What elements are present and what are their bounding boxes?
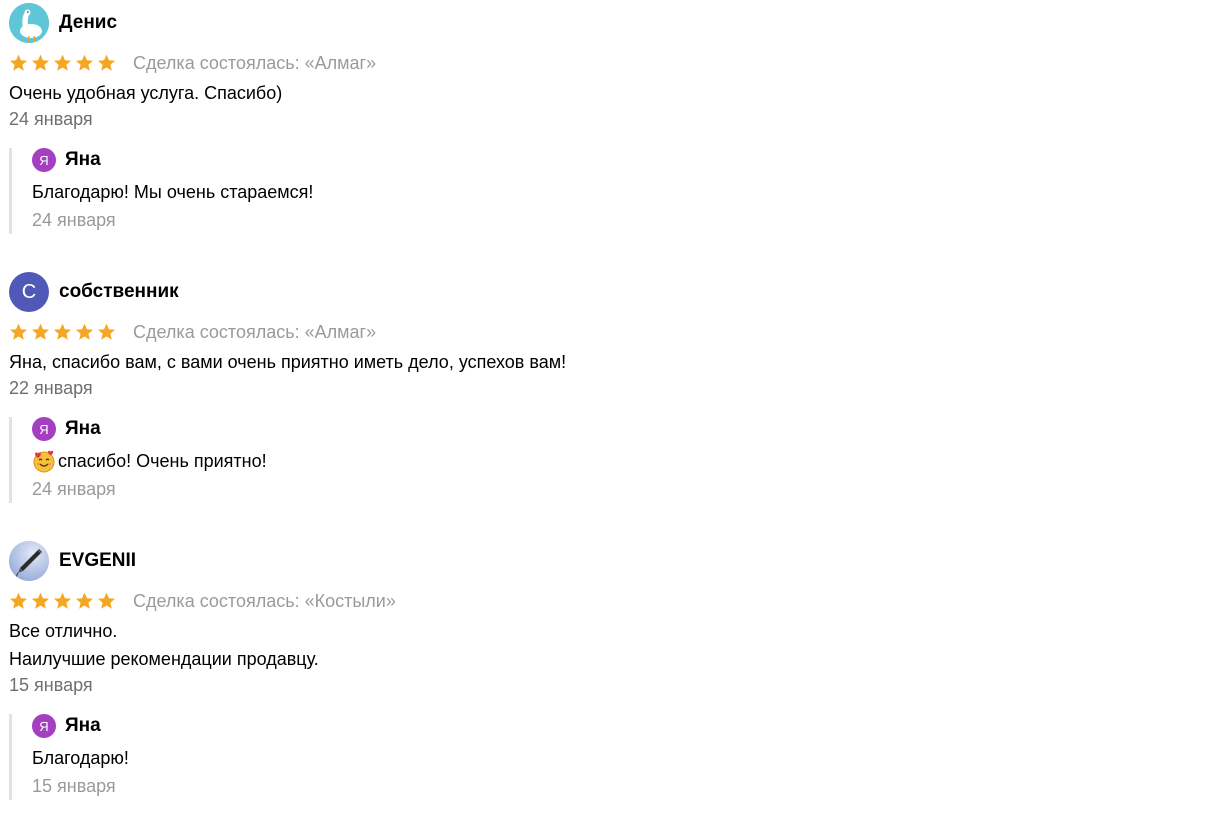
- reply-date: 24 января: [32, 210, 116, 230]
- reviewer-header: Денис: [9, 3, 1189, 43]
- review-date: 24 января: [9, 109, 93, 129]
- seller-reply: Я Яна Благодарю! Мы очень стараемся! 24 …: [9, 148, 532, 234]
- reply-text: Благодарю!: [32, 744, 532, 772]
- review-date: 22 января: [9, 378, 93, 398]
- star-rating: [9, 54, 116, 72]
- star-rating: [9, 592, 116, 610]
- smiling-face-with-hearts-emoji-icon: [32, 449, 56, 473]
- star-rating: [9, 323, 116, 341]
- reply-text-content: Благодарю!: [32, 748, 129, 768]
- review-item: С собственник Сделка состоялась: «Алмаг»…: [9, 272, 1189, 503]
- review-item: EVGENII Сделка состоялась: «Костыли» Все…: [9, 541, 1189, 800]
- review-line: Очень удобная услуга. Спасибо): [9, 83, 283, 103]
- star-icon: [31, 54, 50, 72]
- review-line: Наилучшие рекомендации продавцу.: [9, 649, 319, 669]
- review-text: Яна, спасибо вам, с вами очень приятно и…: [9, 348, 1189, 376]
- pen-avatar-icon[interactable]: [9, 541, 49, 581]
- reply-avatar[interactable]: Я: [32, 714, 56, 738]
- star-icon: [9, 592, 28, 610]
- star-icon: [97, 54, 116, 72]
- reply-text: спасибо! Очень приятно!: [32, 447, 532, 475]
- review-text: Все отлично. Наилучшие рекомендации прод…: [9, 617, 1189, 673]
- deal-info: Сделка состоялась: «Костыли»: [133, 590, 396, 611]
- goose-avatar-icon[interactable]: [9, 3, 49, 43]
- deal-info: Сделка состоялась: «Алмаг»: [133, 52, 377, 73]
- reply-date: 24 января: [32, 479, 116, 499]
- reply-author-name[interactable]: Яна: [65, 149, 101, 171]
- review-line: Все отлично.: [9, 621, 118, 641]
- reviewer-name[interactable]: Денис: [59, 12, 117, 34]
- reply-author-name[interactable]: Яна: [65, 418, 101, 440]
- star-icon: [53, 323, 72, 341]
- reviewer-avatar[interactable]: С: [9, 272, 49, 312]
- review-date: 15 января: [9, 675, 93, 695]
- reply-avatar[interactable]: Я: [32, 417, 56, 441]
- star-icon: [97, 592, 116, 610]
- rating-row: Сделка состоялась: «Костыли»: [9, 591, 1189, 611]
- review-line: Яна, спасибо вам, с вами очень приятно и…: [9, 352, 567, 372]
- reply-header: Я Яна: [32, 417, 532, 441]
- star-icon: [75, 592, 94, 610]
- reply-date: 15 января: [32, 776, 116, 796]
- avatar-letter: С: [21, 280, 37, 303]
- star-icon: [9, 54, 28, 72]
- review-text: Очень удобная услуга. Спасибо): [9, 79, 1189, 107]
- star-icon: [53, 592, 72, 610]
- rating-row: Сделка состоялась: «Алмаг»: [9, 322, 1189, 342]
- reviews-page: Денис Сделка состоялась: «Алмаг» Очень у…: [0, 0, 1218, 815]
- reply-author-name[interactable]: Яна: [65, 715, 101, 737]
- reply-avatar[interactable]: Я: [32, 148, 56, 172]
- star-icon: [31, 323, 50, 341]
- reply-avatar-letter: Я: [39, 152, 49, 168]
- reviewer-header: С собственник: [9, 272, 1189, 312]
- star-icon: [53, 54, 72, 72]
- star-icon: [75, 323, 94, 341]
- reply-text-content: спасибо! Очень приятно!: [58, 451, 267, 471]
- star-icon: [75, 54, 94, 72]
- star-icon: [31, 592, 50, 610]
- reply-avatar-letter: Я: [39, 421, 49, 437]
- star-icon: [97, 323, 116, 341]
- reviewer-name[interactable]: собственник: [59, 281, 179, 303]
- rating-row: Сделка состоялась: «Алмаг»: [9, 53, 1189, 73]
- review-item: Денис Сделка состоялась: «Алмаг» Очень у…: [9, 3, 1189, 234]
- reply-text: Благодарю! Мы очень стараемся!: [32, 178, 532, 206]
- seller-reply: Я Яна Благодарю! 15 января: [9, 714, 532, 800]
- reviewer-name[interactable]: EVGENII: [59, 550, 136, 572]
- seller-reply: Я Яна спасибо! Очень приятно! 24 января: [9, 417, 532, 503]
- reply-text-content: Благодарю! Мы очень стараемся!: [32, 182, 314, 202]
- reply-avatar-letter: Я: [39, 718, 49, 734]
- deal-info: Сделка состоялась: «Алмаг»: [133, 321, 377, 342]
- reply-header: Я Яна: [32, 714, 532, 738]
- star-icon: [9, 323, 28, 341]
- reviewer-header: EVGENII: [9, 541, 1189, 581]
- reply-header: Я Яна: [32, 148, 532, 172]
